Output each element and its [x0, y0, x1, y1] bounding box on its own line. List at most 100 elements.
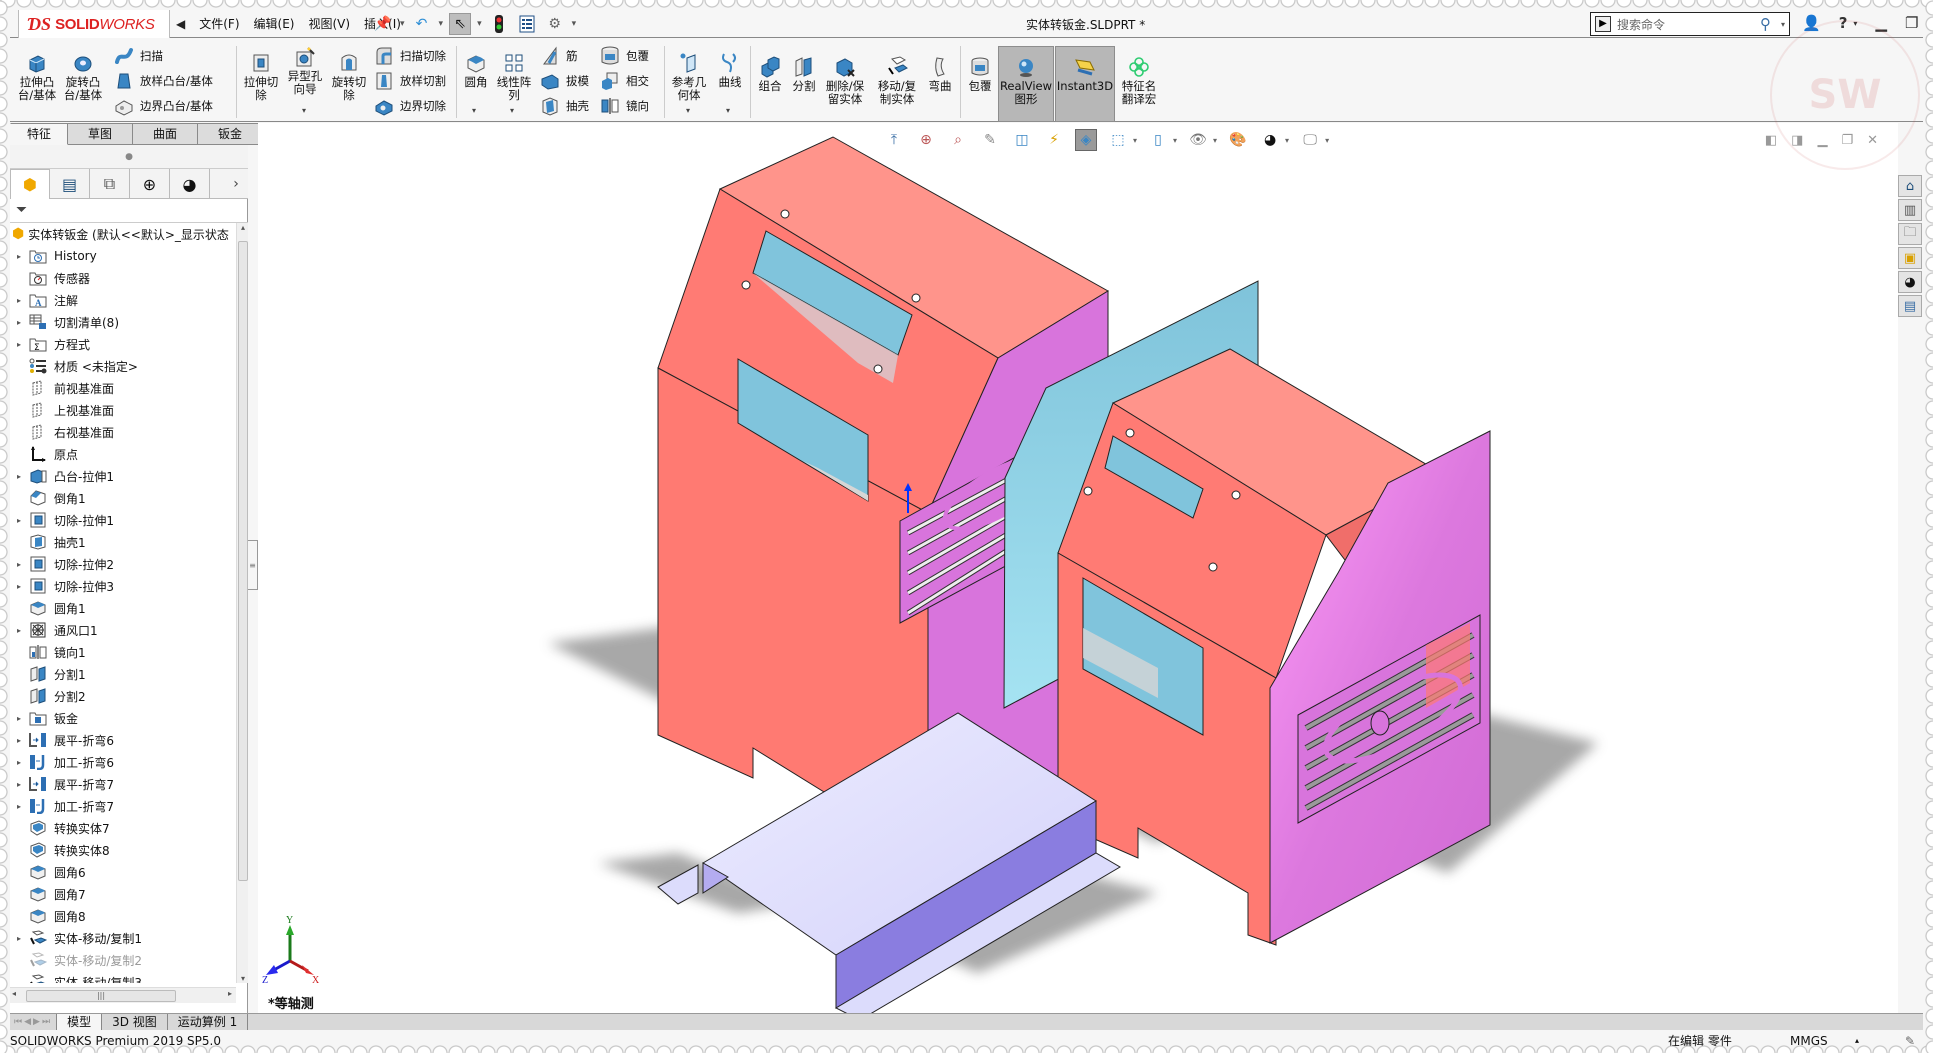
tree-item[interactable]: ▸ 展平-折弯6: [10, 729, 236, 751]
select-dropdown[interactable]: ▾: [477, 19, 482, 29]
design-library-icon[interactable]: ▥: [1898, 199, 1922, 221]
instant3d-button[interactable]: Instant3D: [1055, 56, 1115, 93]
scroll-right-arrow-icon[interactable]: ▸: [228, 989, 232, 998]
tree-item[interactable]: 圆角1: [10, 597, 236, 619]
expand-arrow-icon[interactable]: ▸: [10, 714, 28, 723]
realview-button[interactable]: RealView 图形: [998, 56, 1054, 106]
expand-arrow-icon[interactable]: ▸: [10, 736, 28, 745]
expand-arrow-icon[interactable]: ▸: [10, 252, 28, 261]
display-style-icon[interactable]: ▯: [1147, 129, 1169, 151]
expand-arrow-icon[interactable]: ▸: [10, 802, 28, 811]
zoom-to-fit-icon[interactable]: ⤒: [883, 129, 905, 151]
feature-name-translate-button[interactable]: 特征名 翻译宏: [1118, 56, 1160, 106]
graphics-area[interactable]: ⤒ ⊕ ⌕ ✎ ◫ ⚡ ◈ ⬚ ▾ ▯ ▾ 👁 ▾ 🎨 ◕ ▾ 🖵 ▾ ◧ ◨ ▁ ❐ ✕: [258, 123, 1898, 1013]
displaymanager-tab[interactable]: ◕: [170, 169, 210, 199]
tree-item[interactable]: ▸ 凸台-拉伸1: [10, 465, 236, 487]
mirror-button[interactable]: 镜向: [600, 94, 649, 118]
swept-cut-button[interactable]: 扫描切除: [374, 44, 446, 68]
expand-arrow-icon[interactable]: ▸: [10, 340, 28, 349]
tree-item[interactable]: 分割2: [10, 685, 236, 707]
scroll-thumb[interactable]: [238, 241, 248, 881]
flex-button[interactable]: 弯曲: [924, 56, 956, 93]
expand-arrow-icon[interactable]: ▸: [10, 758, 28, 767]
next-tab-icon[interactable]: ▶: [33, 1017, 40, 1027]
3d-model-view[interactable]: [258, 123, 1898, 1013]
tree-horizontal-scrollbar[interactable]: ◂ ||| ▸: [10, 987, 236, 1003]
revolve-cut-button[interactable]: 旋转切 除: [328, 52, 370, 102]
view-setting-icon[interactable]: ⚡: [1043, 129, 1065, 151]
combine-button[interactable]: 组合: [754, 56, 786, 93]
rib-button[interactable]: 筋: [540, 44, 578, 68]
expand-arrow-icon[interactable]: ▸: [10, 780, 28, 789]
extrude-cut-button[interactable]: 拉伸切 除: [240, 52, 282, 102]
expand-arrow-icon[interactable]: ▸: [10, 472, 28, 481]
last-tab-icon[interactable]: ⏭: [42, 1017, 50, 1027]
tab-features[interactable]: 特征: [10, 123, 69, 145]
previous-view-icon[interactable]: ⌕: [947, 129, 969, 151]
split-button[interactable]: 分割: [788, 56, 820, 93]
select-cursor-icon[interactable]: ⇖: [449, 13, 472, 35]
tree-item[interactable]: ▸ 通风口1: [10, 619, 236, 641]
tree-item[interactable]: 圆角8: [10, 905, 236, 927]
prev-tab-icon[interactable]: ◀: [24, 1017, 31, 1027]
hide-show-items-icon[interactable]: 👁: [1187, 129, 1209, 151]
solidworks-logo[interactable]: ƊS SOLIDWORKS: [18, 10, 170, 40]
previous-document-icon[interactable]: ◧: [1765, 133, 1777, 148]
tree-item[interactable]: ▸ Σ 方程式: [10, 333, 236, 355]
tree-item[interactable]: ▸ 切除-拉伸2: [10, 553, 236, 575]
expand-arrow-icon[interactable]: ▸: [10, 318, 28, 327]
tab-model[interactable]: 模型: [56, 1013, 103, 1031]
options-gear-icon[interactable]: ⚙: [544, 13, 566, 35]
tree-item[interactable]: 实体-移动/复制2: [10, 949, 236, 971]
view-settings-dropdown[interactable]: ▾: [1325, 136, 1329, 145]
tree-item[interactable]: 原点: [10, 443, 236, 465]
tab-sketch[interactable]: 草图: [68, 123, 134, 145]
tree-item[interactable]: ▸ 切除-拉伸1: [10, 509, 236, 531]
scroll-left-arrow-icon[interactable]: ◂: [12, 989, 16, 998]
tree-item[interactable]: 抽壳1: [10, 531, 236, 553]
draft-button[interactable]: 拔模: [540, 69, 589, 93]
expand-arrow-icon[interactable]: ▸: [10, 516, 28, 525]
pin-dropdown[interactable]: ▾: [400, 19, 405, 29]
tab-surfaces[interactable]: 曲面: [133, 123, 199, 145]
expand-arrow-icon[interactable]: ▸: [10, 626, 28, 635]
featuremanager-tab[interactable]: ⬢: [10, 169, 50, 199]
search-dropdown[interactable]: ▾: [1781, 20, 1785, 29]
propertymanager-tab[interactable]: ▤: [50, 169, 90, 199]
tree-root-part[interactable]: ⬢ 实体转钣金 (默认<<默认>_显示状态: [10, 223, 236, 245]
menu-collapse-arrow-icon[interactable]: ◀: [176, 17, 185, 31]
curves-dropdown[interactable]: ▾: [726, 106, 730, 115]
edit-appearance-icon[interactable]: 🎨: [1227, 129, 1249, 151]
tree-filter[interactable]: ⏷: [10, 199, 248, 223]
tab-3d-views[interactable]: 3D 视图: [102, 1013, 168, 1031]
tree-item[interactable]: 材质 <未指定>: [10, 355, 236, 377]
file-explorer-folder-icon[interactable]: 🗀: [1898, 223, 1922, 245]
section-view-icon[interactable]: ✎: [979, 129, 1001, 151]
move-copy-body-button[interactable]: 移动/复 制实体: [874, 56, 920, 106]
revolve-boss-button[interactable]: 旋转凸 台/基体: [62, 52, 104, 102]
apply-scene-icon[interactable]: ◕: [1259, 129, 1281, 151]
dimxpertmanager-tab[interactable]: ⊕: [130, 169, 170, 199]
tree-item[interactable]: ▸ 钣金: [10, 707, 236, 729]
tree-item[interactable]: 上视基准面: [10, 399, 236, 421]
pin-icon[interactable]: 📌: [372, 13, 394, 35]
undo-icon[interactable]: ↶: [411, 13, 433, 35]
tree-item[interactable]: 前视基准面: [10, 377, 236, 399]
tree-item[interactable]: 圆角6: [10, 861, 236, 883]
expand-arrow-icon[interactable]: ▸: [10, 296, 28, 305]
linear-pattern-button[interactable]: 线性阵 列: [494, 52, 534, 102]
tree-item[interactable]: 镜向1: [10, 641, 236, 663]
wrap-small-button[interactable]: 包覆: [600, 44, 649, 68]
custom-properties-icon[interactable]: ▤: [1898, 295, 1922, 317]
menu-view[interactable]: 视图(V): [308, 15, 350, 32]
tab-motion-study[interactable]: 运动算例 1: [167, 1013, 249, 1031]
view-orientation-icon[interactable]: ⬚: [1107, 129, 1129, 151]
tree-item[interactable]: 倒角1: [10, 487, 236, 509]
delete-keep-body-button[interactable]: 删除/保 留实体: [822, 56, 868, 106]
scroll-down-arrow-icon[interactable]: ▾: [237, 974, 249, 983]
expand-arrow-icon[interactable]: ▸: [10, 582, 28, 591]
tree-item[interactable]: ▸ 展平-折弯7: [10, 773, 236, 795]
tree-item[interactable]: 圆角7: [10, 883, 236, 905]
zoom-to-area-icon[interactable]: ⊕: [915, 129, 937, 151]
tree-item[interactable]: ▸ History: [10, 245, 236, 267]
